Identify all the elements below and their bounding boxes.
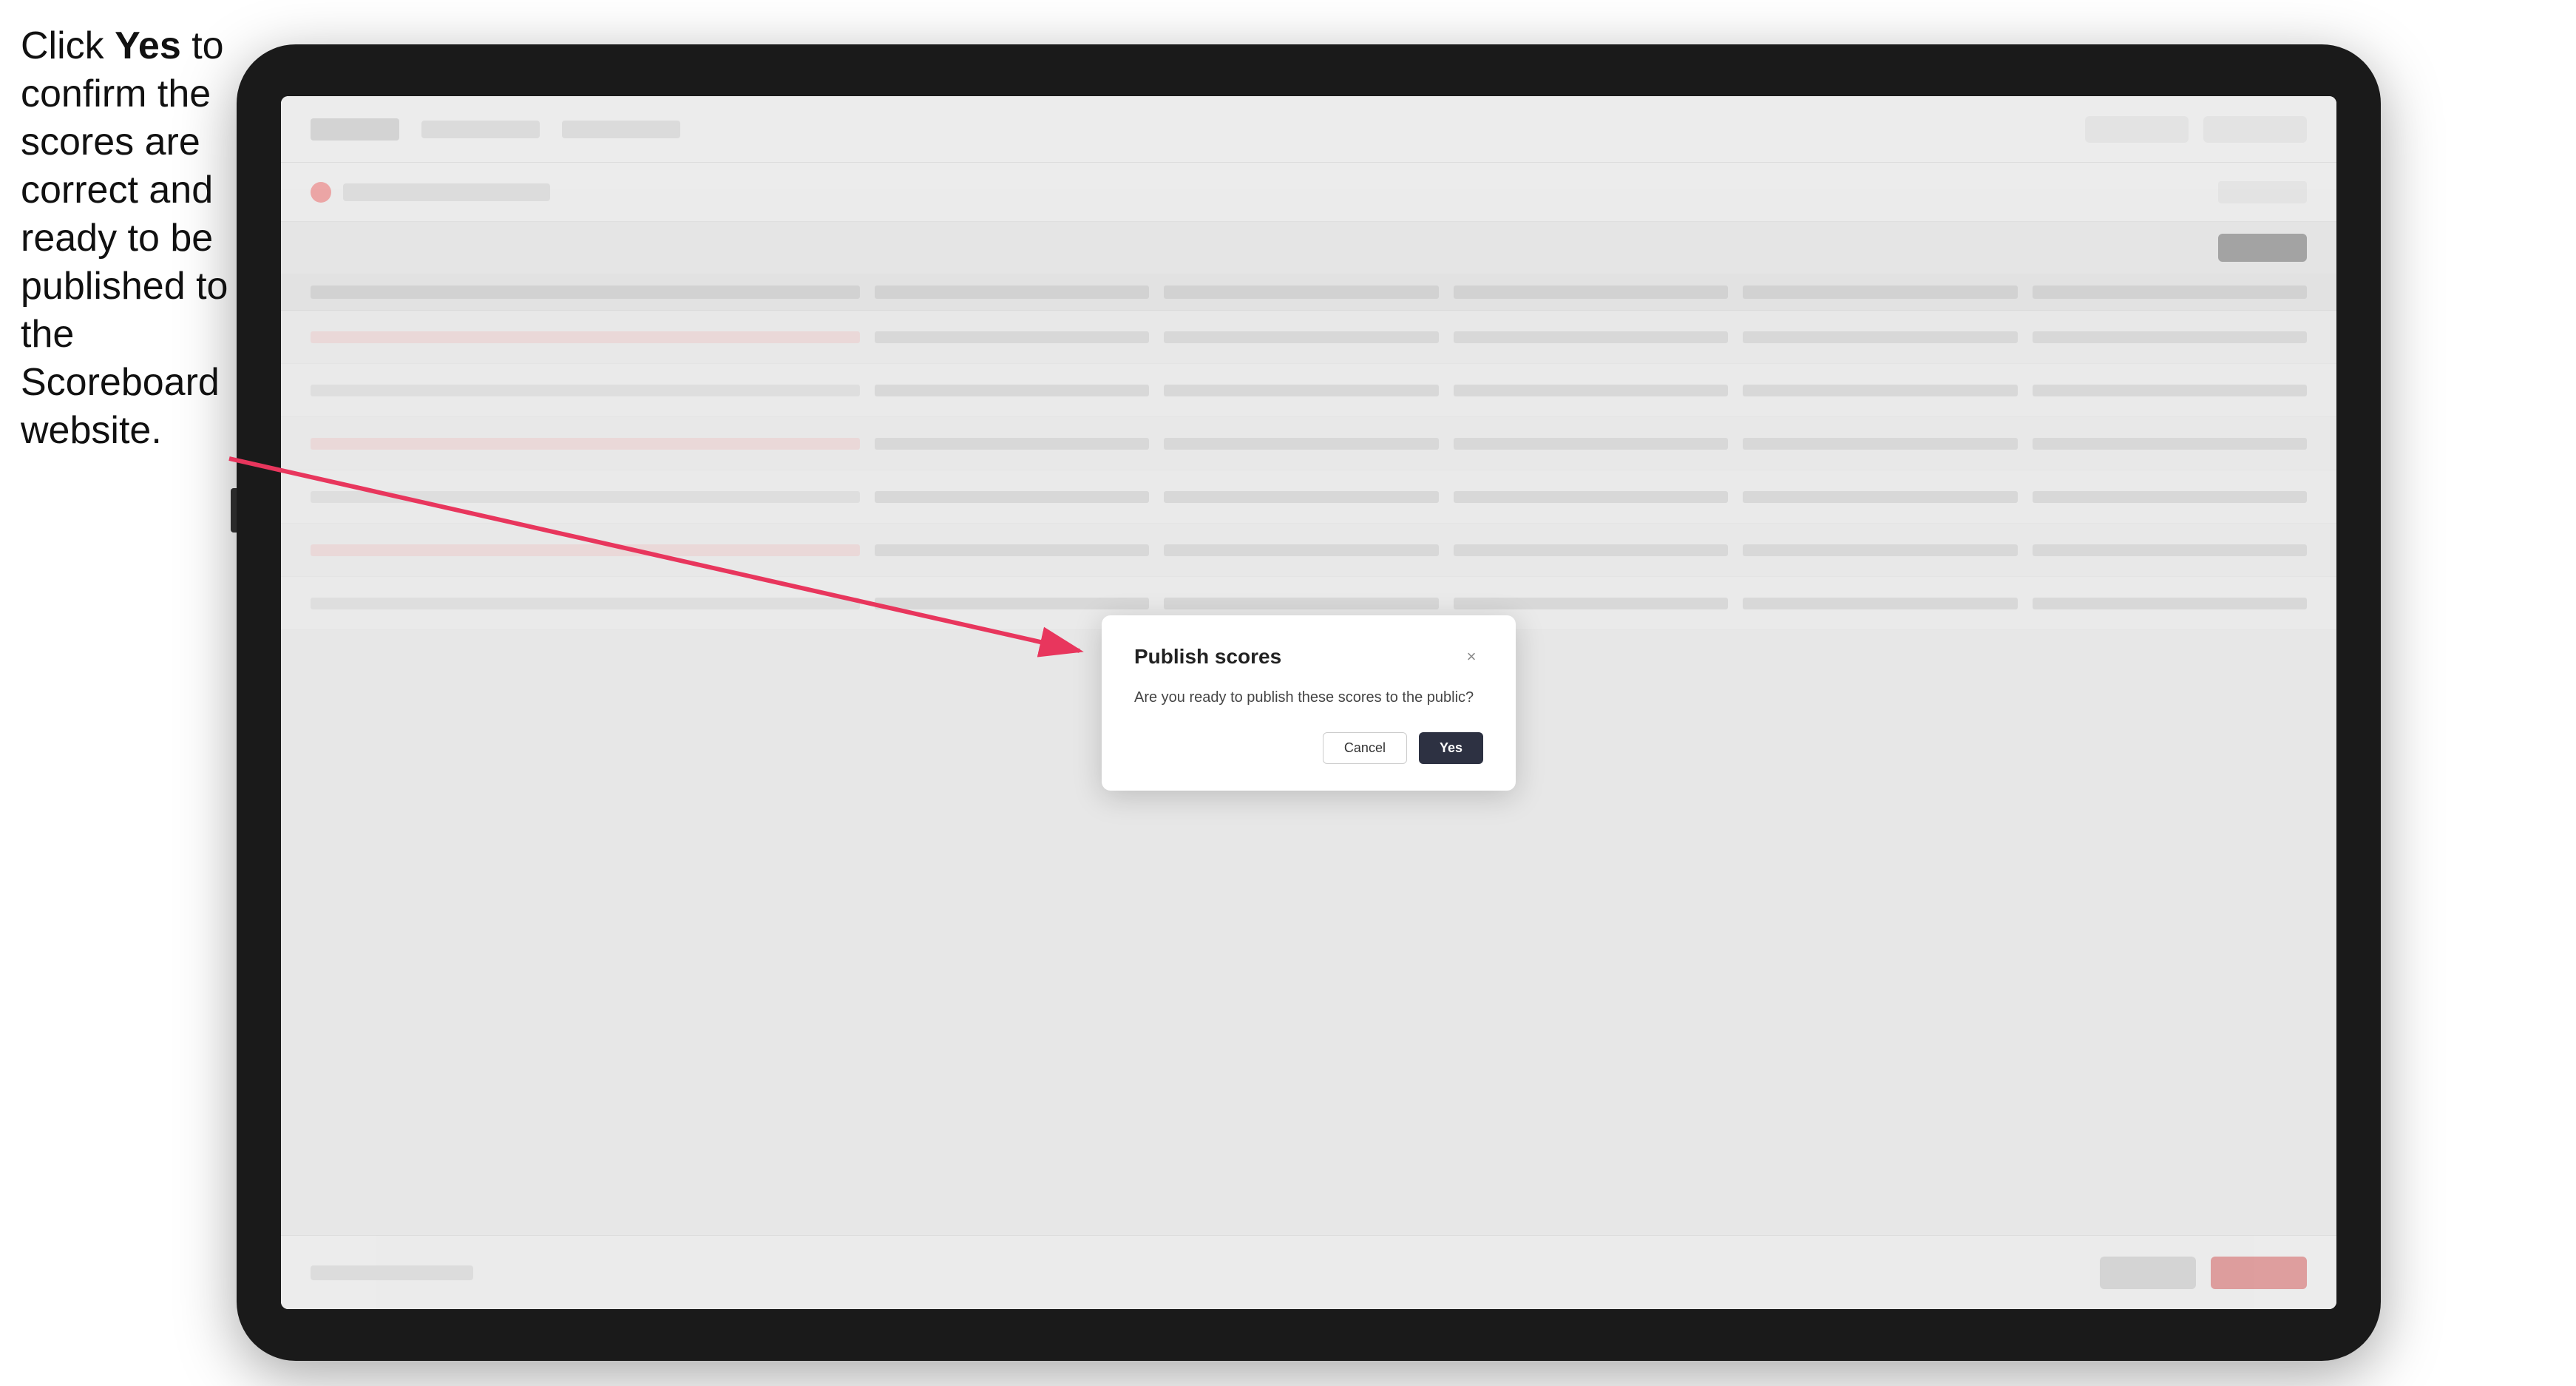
modal-title: Publish scores [1134,645,1281,669]
modal-close-button[interactable]: × [1460,645,1483,669]
tablet-side-button [231,488,237,533]
tablet-screen: Publish scores × Are you ready to publis… [281,96,2336,1309]
cancel-button[interactable]: Cancel [1323,732,1407,764]
modal-title-row: Publish scores × [1134,645,1483,669]
modal-footer: Cancel Yes [1134,732,1483,764]
publish-scores-dialog: Publish scores × Are you ready to publis… [1102,615,1516,791]
instruction-text: Click Yes to confirm the scores are corr… [21,22,235,455]
yes-button[interactable]: Yes [1419,732,1483,764]
modal-body-text: Are you ready to publish these scores to… [1134,686,1483,709]
tablet-frame: Publish scores × Are you ready to publis… [237,44,2381,1361]
modal-overlay: Publish scores × Are you ready to publis… [281,96,2336,1309]
